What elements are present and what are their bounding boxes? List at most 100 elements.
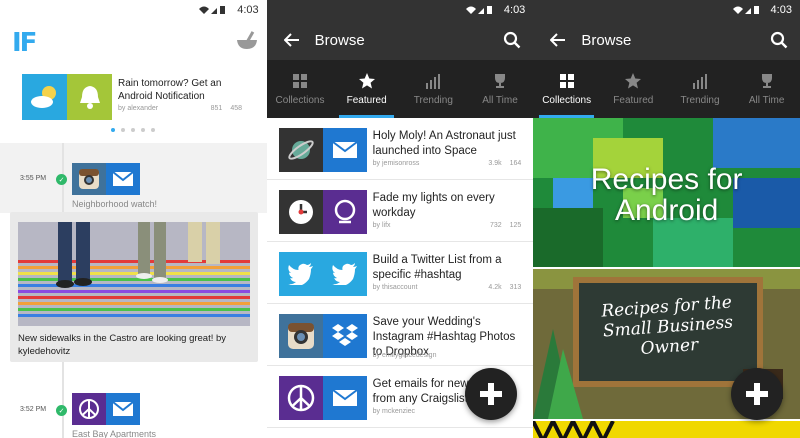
promo-title: Rain tomorrow? Get an Android Notificati… (118, 78, 222, 102)
home-screen: 4:03 IF Rain tomorrow? Get an Android No… (0, 0, 267, 438)
recipe-icons (278, 190, 367, 234)
ifttt-logo[interactable]: IF (12, 28, 37, 58)
browse-tabs: Collections Featured Trending All Time (533, 60, 800, 118)
tab-featured[interactable]: Featured (600, 60, 667, 118)
collection-card-peek[interactable] (533, 421, 800, 438)
clock-icon (278, 190, 323, 234)
promo-users-count: 851 (210, 105, 223, 112)
back-arrow-icon[interactable] (277, 25, 307, 55)
star-icon (624, 72, 642, 90)
favorites-count: 313 (509, 284, 522, 291)
instagram-icon (72, 163, 106, 195)
promo-meta: by alexander 851 458 (118, 105, 244, 112)
recipe-icons (278, 314, 367, 358)
tab-trending[interactable]: Trending (667, 60, 734, 118)
weather-icon (22, 74, 67, 120)
plus-icon (746, 383, 769, 405)
email-icon (106, 163, 140, 195)
feed-time: 3:52 PM (20, 406, 47, 413)
browse-tabs: Collections Featured Trending All Time (266, 60, 534, 118)
page-title: Browse (581, 31, 632, 49)
screenshot-stage: 4:03 IF Rain tomorrow? Get an Android No… (0, 0, 800, 438)
add-recipe-button[interactable] (464, 368, 517, 420)
list-item[interactable]: Build a Twitter List from a specific #ha… (266, 242, 534, 304)
dropbox-icon (322, 314, 367, 358)
trophy-icon (491, 72, 509, 90)
tab-label: Featured (613, 95, 654, 106)
feed-recipe-icons[interactable] (72, 393, 140, 425)
tab-label: All Time (482, 95, 518, 106)
grid-icon (558, 72, 576, 90)
email-icon (322, 376, 367, 420)
lifx-bulb-icon (322, 190, 367, 234)
tab-label: Trending (413, 95, 453, 106)
peace-icon (72, 393, 106, 425)
recipe-icons (278, 252, 367, 296)
collection-title: Recipes for Android (590, 163, 743, 227)
favorites-count: 125 (509, 222, 522, 229)
collection-card[interactable]: Recipes for Android (533, 118, 800, 267)
status-time: 4:03 (237, 4, 259, 16)
page-title: Browse (314, 31, 365, 49)
recipe-icons (278, 376, 367, 420)
tab-label: Collections (275, 95, 325, 106)
bar-chart-icon (691, 72, 709, 90)
add-recipe-button[interactable] (731, 368, 784, 420)
users-count: 732 (489, 222, 502, 229)
recipe-title: Fade my lights on every workday (372, 192, 495, 219)
tab-all-time[interactable]: All Time (733, 60, 800, 118)
recipe-author: by mckenziec (372, 408, 416, 415)
mortar-bowl-icon[interactable] (235, 28, 259, 52)
promo-text: Rain tomorrow? Get an Android Notificati… (112, 74, 244, 120)
recipe-meta: by lifx 732 125 (373, 222, 522, 229)
carousel-dot[interactable] (121, 128, 126, 132)
back-arrow-icon[interactable] (543, 25, 573, 55)
promo-author: by alexander (118, 105, 159, 112)
bar-chart-icon (424, 72, 442, 90)
recipe-icons (278, 128, 367, 172)
promo-recipe-card[interactable]: Rain tomorrow? Get an Android Notificati… (22, 74, 244, 120)
sidewalk-photo (18, 222, 250, 326)
recipe-author: by jemisonross (372, 160, 420, 167)
signal-icons (464, 5, 500, 15)
carousel-dots (0, 128, 267, 132)
tab-label: Collections (542, 95, 592, 106)
feed-recipe-icons[interactable] (72, 163, 140, 195)
recipe-author: by thisaccount (372, 284, 418, 291)
carousel-dot[interactable] (141, 128, 146, 132)
instagram-icon (278, 314, 323, 358)
status-bar: 4:03 (533, 0, 800, 20)
search-icon[interactable] (497, 25, 527, 55)
feed-label: Neighborhood watch! (72, 199, 158, 209)
recipe-meta: by jemisonross 3.9k 164 (373, 160, 522, 167)
status-bar: 4:03 (0, 0, 267, 20)
carousel-dot[interactable] (151, 128, 156, 132)
tab-collections[interactable]: Collections (533, 60, 600, 118)
photo-feed-card[interactable]: New sidewalks in the Castro are looking … (10, 212, 258, 362)
tab-label: All Time (748, 95, 785, 106)
feed-label: East Bay Apartments (72, 429, 157, 438)
users-count: 3.9k (488, 160, 502, 167)
feed-time: 3:55 PM (20, 175, 47, 182)
list-item[interactable]: Fade my lights on every workday by lifx 7… (266, 180, 534, 242)
list-item[interactable]: Holy Moly! An Astronaut just launched in… (266, 118, 534, 180)
photo-caption: New sidewalks in the Castro are looking … (18, 333, 227, 357)
status-time: 4:03 (503, 4, 526, 16)
browse-featured-screen: 4:03 Browse Collections Featured Trendin… (266, 0, 534, 438)
carousel-dot[interactable] (111, 128, 116, 132)
recipe-author: by emilygracedesign (372, 352, 437, 359)
tab-all-time[interactable]: All Time (467, 60, 534, 118)
email-icon (322, 128, 367, 172)
recipe-meta: by emilygracedesign (373, 352, 522, 359)
tab-featured[interactable]: Featured (333, 60, 400, 118)
twitter-icon (278, 252, 323, 296)
app-bar: Browse (266, 20, 534, 60)
carousel-dot[interactable] (131, 128, 136, 132)
grid-icon (291, 72, 309, 90)
tab-collections[interactable]: Collections (267, 60, 334, 118)
collection-title: Recipes for the Small Business Owner (600, 292, 734, 359)
list-item[interactable]: Save your Wedding's Instagram #Hashtag P… (266, 304, 534, 366)
search-icon[interactable] (764, 25, 794, 55)
home-header: IF (0, 20, 267, 60)
tab-trending[interactable]: Trending (400, 60, 467, 118)
